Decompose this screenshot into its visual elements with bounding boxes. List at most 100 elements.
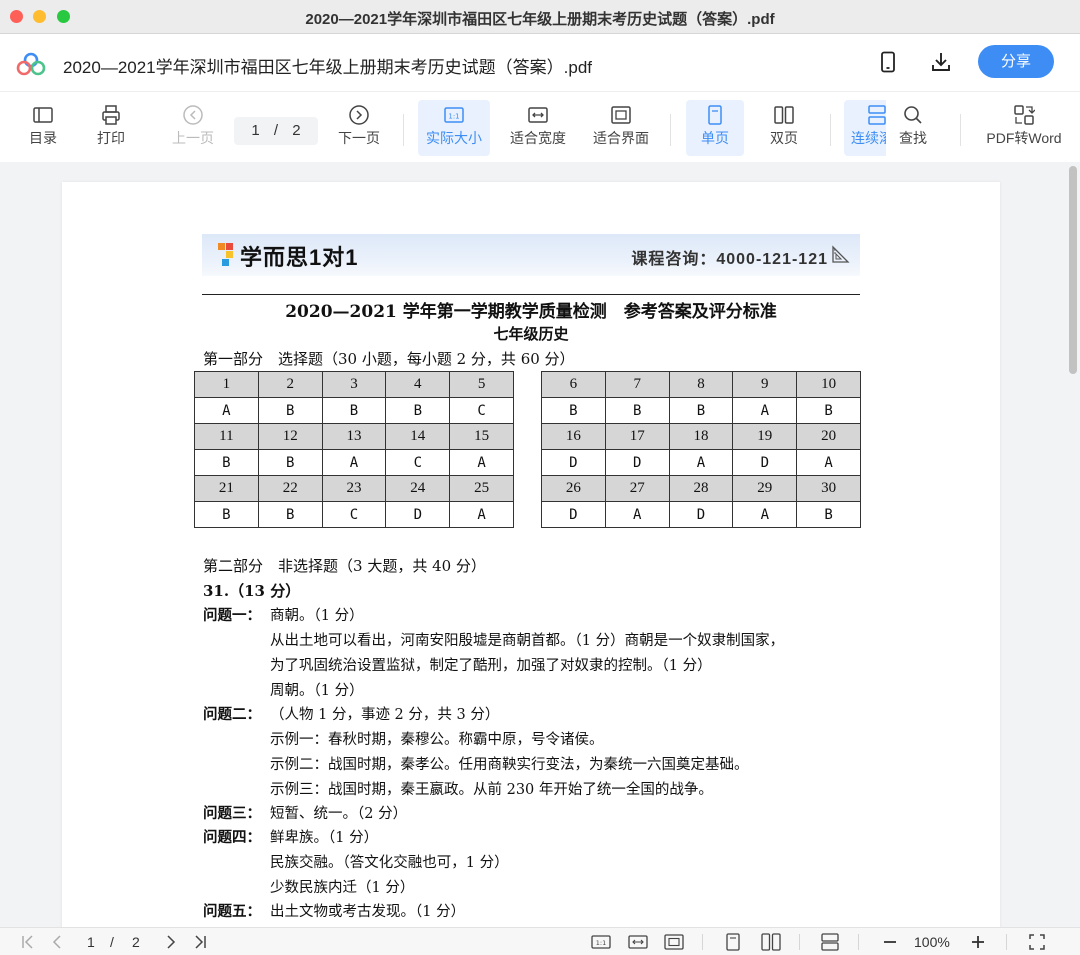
zoom-in-icon[interactable] <box>970 932 986 952</box>
page-number-input[interactable]: 1 / 2 <box>234 117 318 145</box>
double-page-small-icon[interactable] <box>760 932 782 952</box>
actual-size-label: 实际大小 <box>426 130 482 146</box>
svg-text:1:1: 1:1 <box>596 939 606 947</box>
question-number-cell: 8 <box>668 371 734 398</box>
question-number-row: 26 27 28 29 30 <box>541 475 861 502</box>
prev-page-button[interactable]: 上一页 <box>168 100 218 156</box>
answer-row: ABBBC <box>194 397 514 424</box>
share-button[interactable]: 分享 <box>978 45 1054 78</box>
question-number-row: 16 17 18 19 20 <box>541 423 861 450</box>
answer-text: 鲜卑族。（1 分） <box>270 830 379 846</box>
download-icon[interactable] <box>929 50 953 74</box>
answer-cell: A <box>732 397 798 424</box>
answer-cell: B <box>604 397 670 424</box>
fullscreen-icon[interactable] <box>1028 932 1046 952</box>
toolbar-divider <box>670 114 671 146</box>
print-button[interactable]: 打印 <box>88 100 134 156</box>
actual-size-icon: 1:1 <box>444 107 464 123</box>
question-number-cell: 9 <box>732 371 798 398</box>
question-number-cell: 15 <box>449 423 514 450</box>
part-one-heading: 第一部分 选择题（30 小题，每小题 2 分，共 60 分） <box>203 350 575 368</box>
fit-page-button[interactable]: 适合界面 <box>588 100 654 156</box>
actual-size-small-icon[interactable]: 1:1 <box>590 932 612 952</box>
actual-size-button[interactable]: 1:1 实际大小 <box>418 100 490 156</box>
answer-cell: B <box>668 397 734 424</box>
answer-cell: B <box>796 501 861 528</box>
single-page-icon <box>708 105 722 125</box>
toolbar-divider <box>403 114 404 146</box>
answer-cell: A <box>449 501 514 528</box>
double-page-button[interactable]: 双页 <box>756 100 812 156</box>
question-4-label: 问题四： <box>203 829 261 846</box>
answer-cell: B <box>321 397 387 424</box>
pdf-to-word-icon <box>1014 105 1035 125</box>
total-pages: 2 <box>292 122 301 139</box>
bottom-divider <box>799 934 800 950</box>
answer-cell: A <box>321 449 387 476</box>
question-number-row: 11 12 13 14 15 <box>194 423 514 450</box>
first-page-icon[interactable] <box>20 932 36 952</box>
question-number-cell: 23 <box>321 475 387 502</box>
fit-page-small-icon[interactable] <box>663 932 685 952</box>
answer-cell: A <box>604 501 670 528</box>
next-page-arrow-icon[interactable] <box>164 932 178 952</box>
answer-cell: B <box>541 397 606 424</box>
find-button[interactable]: 查找 <box>888 100 938 156</box>
toc-icon <box>33 107 53 123</box>
answer-row: BBACA <box>194 449 514 476</box>
answer-cell: A <box>668 449 734 476</box>
answer-text: 周朝。（1 分） <box>270 683 364 699</box>
bottom-bar: 1 / 2 1:1 100% <box>0 927 1080 955</box>
bottom-current-page[interactable]: 1 <box>87 934 95 950</box>
search-icon <box>904 106 922 124</box>
answer-key-title: 2020—2021 学年第一学期教学质量检测 参考答案及评分标准 <box>285 302 777 322</box>
vertical-scrollbar[interactable] <box>1066 162 1080 927</box>
answer-text: 为了巩固统治设置监狱，制定了酷刑，加强了对奴隶的控制。（1 分） <box>270 658 712 674</box>
scrollbar-thumb[interactable] <box>1069 166 1077 374</box>
answer-cell: D <box>541 501 606 528</box>
continuous-icon <box>868 105 886 125</box>
document-viewer[interactable]: 学而思1对1 课程咨询：4000-121-121 2020—2021 学年第一学… <box>0 162 1080 927</box>
question-number-cell: 30 <box>796 475 861 502</box>
question-number-cell: 26 <box>541 475 606 502</box>
answer-text: 示例一：春秋时期，秦穆公。称霸中原，号令诸侯。 <box>270 732 604 748</box>
toc-button[interactable]: 目录 <box>20 100 66 156</box>
bottom-page-separator: / <box>110 934 114 950</box>
consult-hotline: 课程咨询：4000-121-121 <box>631 251 828 268</box>
fit-width-button[interactable]: 适合宽度 <box>505 100 571 156</box>
document-title: 2020—2021学年深圳市福田区七年级上册期末考历史试题（答案）.pdf <box>63 58 592 77</box>
answer-table-left: 1 2 3 4 5 A B B B C 11 12 13 14 15 B B A C A 21 22 23 24 25 B B C D A <box>194 371 514 528</box>
question-number-cell: 5 <box>449 371 514 398</box>
pdf-to-word-button[interactable]: PDF转Word <box>982 100 1066 156</box>
pdf-page: 学而思1对1 课程咨询：4000-121-121 2020—2021 学年第一学… <box>62 182 1000 927</box>
phone-icon[interactable] <box>876 50 900 74</box>
bottom-total-pages: 2 <box>132 934 140 950</box>
bottom-divider <box>1006 934 1007 950</box>
answer-cell: B <box>796 397 861 424</box>
question-number-cell: 20 <box>796 423 861 450</box>
question-number-cell: 1 <box>194 371 259 398</box>
single-page-small-icon[interactable] <box>723 932 743 952</box>
answer-row: DADAB <box>541 501 861 528</box>
answer-text: 示例三：战国时期，秦王嬴政。从前 230 年开始了统一全国的战争。 <box>270 782 713 798</box>
answer-cell: A <box>732 501 798 528</box>
zoom-out-icon[interactable] <box>882 932 898 952</box>
answer-cell: B <box>257 501 323 528</box>
answer-cell: B <box>385 397 451 424</box>
single-page-button[interactable]: 单页 <box>686 100 744 156</box>
prev-page-arrow-icon[interactable] <box>50 932 64 952</box>
continuous-scroll-button[interactable]: 连续滚 <box>844 100 886 156</box>
answer-table-right: 6 7 8 9 10 B B B A B 16 17 18 19 20 D D A D A 26 27 28 29 30 D A D A… <box>541 371 861 528</box>
svg-text:1:1: 1:1 <box>448 113 459 121</box>
fit-width-small-icon[interactable] <box>627 932 649 952</box>
answer-text: 商朝。（1 分） <box>270 608 364 624</box>
question-number-cell: 6 <box>541 371 606 398</box>
question-number-cell: 16 <box>541 423 606 450</box>
answer-cell: B <box>194 501 259 528</box>
answer-cell: C <box>385 449 451 476</box>
question-number-cell: 10 <box>796 371 861 398</box>
last-page-icon[interactable] <box>192 932 208 952</box>
continuous-small-icon[interactable] <box>819 932 841 952</box>
part-two-heading: 第二部分 非选择题（3 大题，共 40 分） <box>203 557 486 575</box>
next-page-button[interactable]: 下一页 <box>334 100 384 156</box>
